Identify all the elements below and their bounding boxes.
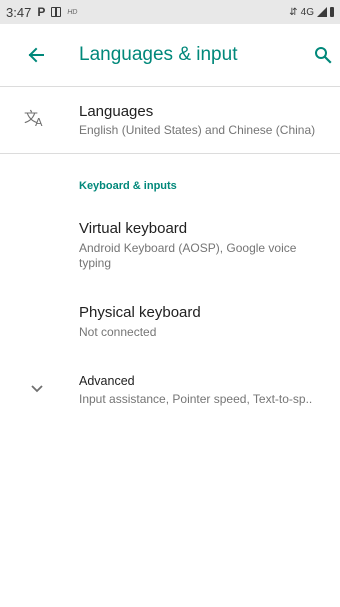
physical-keyboard-subtitle: Not connected: [79, 325, 157, 339]
search-icon[interactable]: [312, 44, 334, 66]
divider: [0, 153, 340, 154]
virtual-keyboard-row[interactable]: Virtual keyboard Android Keyboard (AOSP)…: [0, 210, 340, 280]
languages-subtitle: English (United States) and Chinese (Chi…: [79, 123, 316, 137]
parking-notification-icon: P: [37, 5, 46, 19]
hd-icon: HD: [67, 8, 78, 16]
app-bar: Languages & input: [0, 24, 340, 87]
screenshot-notification-icon: [51, 7, 62, 17]
languages-title: Languages: [79, 103, 154, 120]
physical-keyboard-row[interactable]: Physical keyboard Not connected: [0, 295, 340, 350]
languages-row[interactable]: 文 A Languages English (United States) an…: [0, 87, 340, 153]
back-arrow-icon[interactable]: [26, 45, 46, 65]
network-type: 4G: [300, 6, 314, 18]
data-arrows-icon: ⇵: [289, 6, 298, 18]
signal-icon: [317, 7, 327, 17]
status-time: 3:47: [6, 4, 32, 20]
physical-keyboard-title: Physical keyboard: [79, 304, 201, 321]
advanced-title: Advanced: [79, 374, 135, 388]
status-bar: 3:47 P HD ⇵ 4G: [0, 0, 340, 24]
section-header-keyboard-inputs: Keyboard & inputs: [79, 180, 177, 192]
svg-text:A: A: [35, 116, 43, 127]
page-title: Languages & input: [79, 44, 238, 65]
battery-icon: [330, 7, 334, 17]
advanced-row[interactable]: Advanced Input assistance, Pointer speed…: [0, 365, 340, 415]
advanced-subtitle: Input assistance, Pointer speed, Text-to…: [79, 392, 313, 406]
chevron-down-icon: [30, 381, 44, 399]
translate-icon: 文 A: [24, 109, 46, 132]
virtual-keyboard-subtitle: Android Keyboard (AOSP), Google voice ty…: [79, 241, 297, 270]
virtual-keyboard-title: Virtual keyboard: [79, 220, 188, 237]
